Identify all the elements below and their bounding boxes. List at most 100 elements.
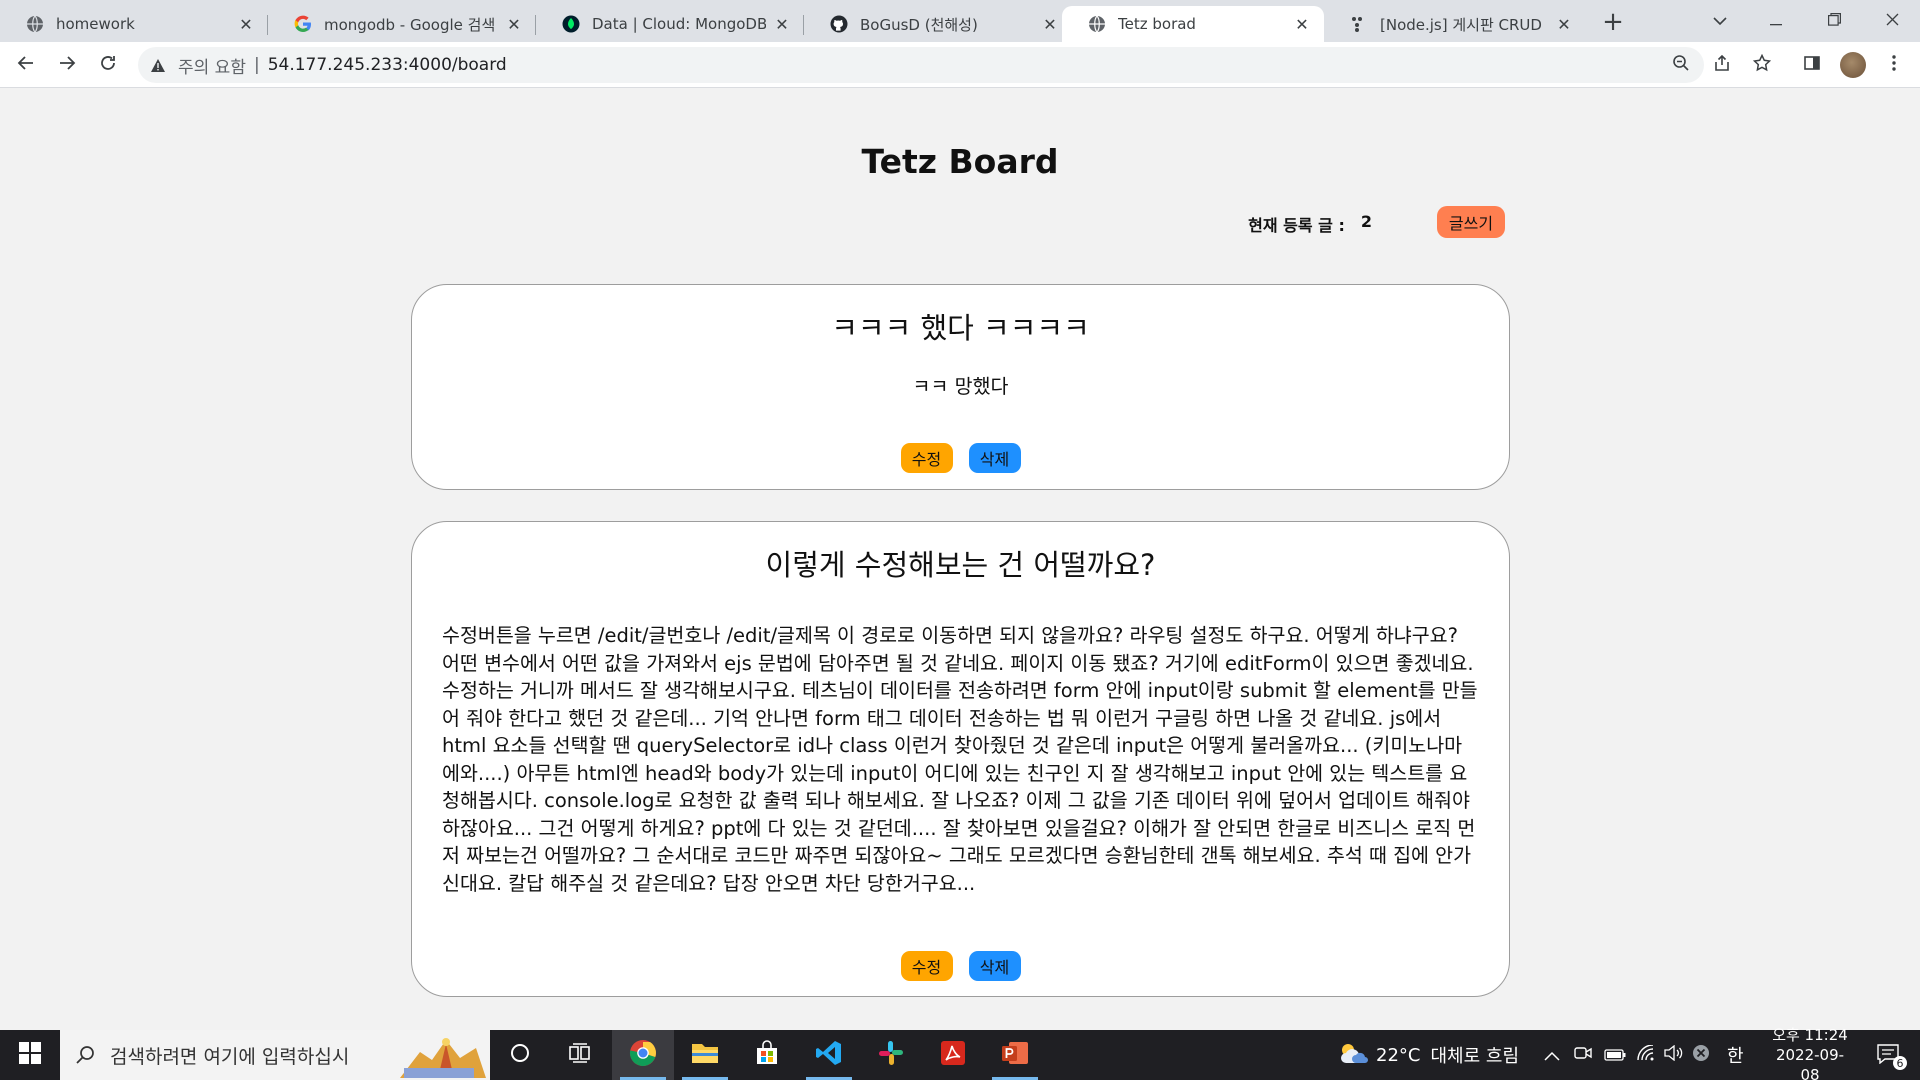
taskbar-acrobat[interactable]	[922, 1030, 984, 1080]
share-button[interactable]	[1706, 49, 1738, 81]
write-button[interactable]: 글쓰기	[1437, 206, 1505, 238]
notification-center-button[interactable]: 6	[1866, 1030, 1912, 1080]
bookmark-button[interactable]	[1746, 49, 1778, 81]
forward-button[interactable]	[51, 49, 83, 81]
ime-label: 한	[1727, 1046, 1744, 1067]
avatar[interactable]	[1840, 52, 1866, 78]
tab-mongodb-cloud[interactable]: Data | Cloud: MongoDB Cl ✕	[536, 6, 804, 42]
post-count: 현재 등록 글 : 2	[1248, 212, 1372, 236]
battery-icon	[1604, 1045, 1626, 1066]
ime-indicator[interactable]: 한	[1727, 1030, 1744, 1080]
start-button[interactable]	[0, 1030, 60, 1080]
acrobat-icon	[940, 1040, 966, 1070]
post-actions: 수정 삭제	[412, 443, 1509, 473]
close-window-button[interactable]	[1868, 0, 1916, 40]
minimize-icon	[1770, 11, 1782, 30]
new-tab-button[interactable]: +	[1597, 7, 1629, 37]
clock[interactable]: 오후 11:24 2022-09-08	[1770, 1026, 1850, 1080]
post-title: 이렇게 수정해보는 건 어떨까요?	[765, 548, 1156, 582]
edit-button[interactable]: 수정	[900, 443, 953, 473]
chevron-down-icon	[1713, 11, 1727, 30]
chevron-up-icon	[1544, 1045, 1560, 1066]
tab-title: Data | Cloud: MongoDB Cl	[592, 15, 766, 33]
weather-widget[interactable]: 22°C 대체로 흐림	[1338, 1030, 1519, 1080]
side-panel-icon	[1803, 54, 1821, 76]
star-icon	[1752, 53, 1772, 76]
zoom-button[interactable]	[1665, 49, 1697, 81]
clock-date: 2022-09-08	[1775, 1046, 1845, 1080]
notification-icon: 6	[1877, 1044, 1907, 1070]
folder-icon	[691, 1041, 719, 1069]
tab-strip: homework ✕ mongodb - Google 검색 ✕ Data | …	[0, 0, 1920, 42]
network-indicator[interactable]	[1636, 1030, 1656, 1080]
tab-google-search[interactable]: mongodb - Google 검색 ✕	[268, 6, 536, 42]
delete-button[interactable]: 삭제	[968, 443, 1021, 473]
taskbar-vscode[interactable]	[798, 1030, 860, 1080]
menu-button[interactable]	[1878, 49, 1910, 81]
delete-button[interactable]: 삭제	[968, 951, 1021, 981]
post-body: 수정버튼을 누르면 /edit/글번호나 /edit/글제목 이 경로로 이동하…	[442, 624, 1478, 895]
tab-title: homework	[56, 15, 135, 33]
close-icon[interactable]: ✕	[1040, 14, 1060, 34]
vscode-icon	[815, 1039, 843, 1071]
tab-title: Tetz borad	[1118, 15, 1196, 33]
warning-icon[interactable]	[150, 58, 170, 73]
taskbar: 검색하려면 여기에 입력하십시 22°C 대체로 흐림 한 오후 11:24 2…	[0, 1026, 1920, 1080]
taskbar-slack[interactable]	[860, 1030, 922, 1080]
tab-github[interactable]: BoGusD (천해성) ✕	[804, 6, 1072, 42]
more-vert-icon	[1891, 54, 1897, 76]
side-panel-button[interactable]	[1796, 49, 1828, 81]
browser-toolbar: 주의 요함 | 54.177.245.233:4000/board	[0, 42, 1920, 88]
store-icon	[754, 1040, 780, 1070]
page-content: Tetz Board 현재 등록 글 : 2 글쓰기 ㅋㅋㅋ 했다 ㅋㅋㅋㅋ ㅋ…	[0, 88, 1920, 1030]
tab-nodejs-crud[interactable]: [Node.js] 게시판 CRUD 만 ✕	[1324, 6, 1586, 42]
post-card: 이렇게 수정해보는 건 어떨까요? 수정버튼을 누르면 /edit/글번호나 /…	[411, 521, 1510, 997]
close-icon[interactable]: ✕	[1292, 14, 1312, 34]
dots-icon	[1350, 15, 1368, 33]
restore-icon	[1827, 11, 1841, 30]
arrow-left-icon	[17, 54, 35, 76]
minimize-button[interactable]	[1752, 0, 1800, 40]
cloudy-weather-icon	[1338, 1041, 1368, 1070]
close-icon[interactable]: ✕	[1554, 14, 1574, 34]
battery-indicator[interactable]	[1604, 1030, 1626, 1080]
security-status[interactable]: 주의 요함	[178, 53, 246, 78]
tab-title: BoGusD (천해성)	[860, 15, 978, 34]
search-placeholder: 검색하려면 여기에 입력하십시	[110, 1045, 350, 1068]
address-bar[interactable]: 주의 요함 | 54.177.245.233:4000/board	[138, 47, 1704, 83]
meet-now-button[interactable]	[1574, 1030, 1592, 1080]
taskbar-search-box[interactable]: 검색하려면 여기에 입력하십시	[60, 1030, 490, 1080]
taskbar-file-explorer[interactable]	[674, 1030, 736, 1080]
close-icon[interactable]: ✕	[236, 14, 256, 34]
edit-button[interactable]: 수정	[900, 951, 953, 981]
notification-badge: 6	[1893, 1056, 1907, 1070]
url-text[interactable]: 54.177.245.233:4000/board	[268, 55, 507, 75]
google-icon	[294, 15, 312, 33]
taskbar-store[interactable]	[736, 1030, 798, 1080]
vpn-indicator[interactable]	[1692, 1030, 1710, 1080]
taskbar-powerpoint[interactable]	[984, 1030, 1046, 1080]
taskbar-chrome[interactable]	[612, 1030, 674, 1080]
search-highlight-illustration	[390, 1030, 490, 1080]
tab-tetz-board[interactable]: Tetz borad ✕	[1062, 6, 1324, 42]
globe-icon	[26, 15, 44, 33]
reload-button[interactable]	[92, 49, 124, 81]
back-button[interactable]	[10, 49, 42, 81]
task-view-icon	[569, 1043, 591, 1067]
page-title: Tetz Board	[861, 142, 1059, 181]
tab-homework[interactable]: homework ✕	[0, 6, 268, 42]
tab-title: mongodb - Google 검색	[324, 15, 496, 34]
tab-search-button[interactable]	[1700, 0, 1740, 40]
close-icon[interactable]: ✕	[772, 14, 792, 34]
camera-icon	[1574, 1045, 1592, 1066]
zoom-out-icon	[1672, 54, 1690, 76]
search-icon	[60, 1045, 110, 1065]
github-icon	[830, 15, 848, 33]
task-view-button[interactable]	[550, 1030, 610, 1080]
task-view-cortana-button[interactable]	[490, 1030, 550, 1080]
volume-indicator[interactable]	[1664, 1030, 1684, 1080]
show-hidden-icons-button[interactable]	[1544, 1030, 1560, 1080]
close-icon[interactable]: ✕	[504, 14, 524, 34]
restore-button[interactable]	[1810, 0, 1858, 40]
slack-icon	[878, 1040, 904, 1070]
